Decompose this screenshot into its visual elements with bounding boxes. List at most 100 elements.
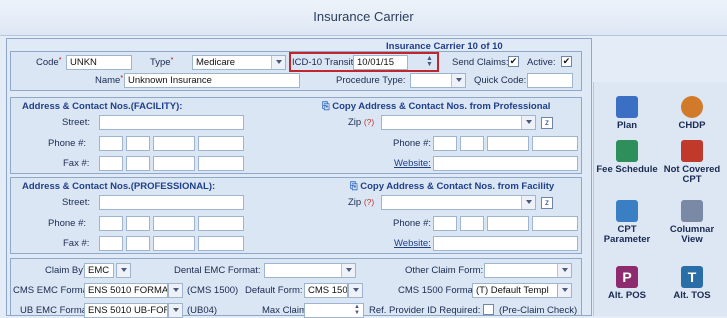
chevron-down-icon <box>562 288 568 292</box>
professional-phone2-prefix[interactable] <box>460 216 484 231</box>
default-form-dropdown[interactable] <box>348 283 363 298</box>
cms-emc-dropdown[interactable] <box>168 283 183 298</box>
type-select[interactable]: Medicare <box>192 55 286 70</box>
alt-tos-icon: T <box>681 266 703 288</box>
active-label: Active: <box>527 57 556 68</box>
procedure-type-label: Procedure Type: <box>336 75 406 86</box>
tool-chdp[interactable]: CHDP <box>661 96 723 131</box>
tool-columnar-view[interactable]: Columnar View <box>661 200 723 245</box>
cms1500-format-dropdown[interactable] <box>557 283 572 298</box>
facility-fax-area[interactable] <box>99 156 123 171</box>
tool-alt-tos[interactable]: T Alt. TOS <box>661 266 723 301</box>
facility-phone-number[interactable] <box>153 136 195 151</box>
facility-phone-prefix[interactable] <box>126 136 150 151</box>
ref-provider-checkbox[interactable] <box>483 304 494 315</box>
professional-fax-prefix[interactable] <box>126 236 150 251</box>
window-title: Insurance Carrier <box>0 0 727 36</box>
chdp-icon <box>681 96 703 118</box>
quick-code-input[interactable] <box>527 73 573 88</box>
professional-phone2-label: Phone #: <box>393 218 432 229</box>
code-input[interactable]: UNKN <box>66 55 132 70</box>
professional-fax-area[interactable] <box>99 236 123 251</box>
alt-pos-icon: P <box>616 266 638 288</box>
copy-from-facility-link[interactable]: ⎘ Copy Address & Contact Nos. from Facil… <box>350 181 554 192</box>
procedure-type-select[interactable] <box>410 73 466 88</box>
send-claims-checkbox[interactable]: ✔ <box>508 56 519 67</box>
professional-phone-number[interactable] <box>153 216 195 231</box>
facility-website-input[interactable] <box>433 156 578 171</box>
professional-zip-select[interactable] <box>381 195 536 210</box>
professional-phone-prefix[interactable] <box>126 216 150 231</box>
cms-emc-label: CMS EMC Format: <box>13 285 94 296</box>
tool-plan[interactable]: Plan <box>596 96 658 131</box>
facility-zip-select[interactable] <box>381 115 536 130</box>
cms-emc-value[interactable]: ENS 5010 FORMAT <box>84 283 168 298</box>
professional-phone-ext[interactable] <box>198 216 244 231</box>
name-label: Name* <box>95 75 124 86</box>
ub-emc-note: (UB04) <box>187 305 218 316</box>
facility-zip-lookup-icon[interactable]: z <box>541 117 553 129</box>
default-form-value[interactable]: CMS 1500 <box>304 283 348 298</box>
facility-fax-prefix[interactable] <box>126 156 150 171</box>
chevron-down-icon <box>526 200 532 204</box>
active-checkbox[interactable]: ✔ <box>561 56 572 67</box>
plan-icon <box>616 96 638 118</box>
dental-emc-select[interactable] <box>264 263 356 278</box>
chevron-down-icon <box>173 308 179 312</box>
facility-phone-ext[interactable] <box>198 136 244 151</box>
facility-phone2-prefix[interactable] <box>460 136 484 151</box>
other-claim-select[interactable] <box>484 263 572 278</box>
facility-fax-ext[interactable] <box>198 156 244 171</box>
professional-header: Address & Contact Nos.(PROFESSIONAL): <box>22 181 216 192</box>
tool-fee-schedule[interactable]: Fee Schedule <box>596 140 658 175</box>
professional-street-input[interactable] <box>99 195 244 210</box>
cms1500-format-value[interactable]: (T) Default Templ <box>472 283 558 298</box>
professional-street-label: Street: <box>62 197 90 208</box>
professional-website-input[interactable] <box>433 236 578 251</box>
facility-website-label[interactable]: Website: <box>394 158 431 169</box>
columnar-view-icon <box>681 200 703 222</box>
copy-from-professional-link[interactable]: ⎘ Copy Address & Contact Nos. from Profe… <box>322 101 550 112</box>
chevron-down-icon <box>121 268 127 272</box>
professional-phone2-area[interactable] <box>433 216 457 231</box>
default-form-label: Default Form: <box>245 285 303 296</box>
tool-cpt-parameter[interactable]: CPT Parameter <box>596 200 658 245</box>
tool-not-covered-cpt[interactable]: Not Covered CPT <box>661 140 723 185</box>
tool-alt-pos[interactable]: P Alt. POS <box>596 266 658 301</box>
professional-website-label[interactable]: Website: <box>394 238 431 249</box>
name-input[interactable]: Unknown Insurance <box>124 73 300 88</box>
max-claims-spinner-icon[interactable]: ▲ ▼ <box>354 304 363 316</box>
professional-fax-number[interactable] <box>153 236 195 251</box>
facility-phone2-label: Phone #: <box>393 138 432 149</box>
chevron-down-icon <box>346 268 352 272</box>
icd-highlight-box <box>289 52 439 72</box>
dental-emc-label: Dental EMC Format: <box>174 265 261 276</box>
facility-fax-number[interactable] <box>153 156 195 171</box>
professional-phone2-number[interactable] <box>487 216 529 231</box>
chevron-down-icon <box>173 288 179 292</box>
professional-zip-lookup-icon[interactable]: z <box>541 197 553 209</box>
facility-zip-label: Zip (?) <box>348 117 375 128</box>
copy-icon: ⎘ <box>350 181 358 192</box>
professional-phone2-ext[interactable] <box>532 216 578 231</box>
facility-phone2-number[interactable] <box>487 136 529 151</box>
facility-phone-area[interactable] <box>99 136 123 151</box>
facility-phone2-ext[interactable] <box>532 136 578 151</box>
facility-street-input[interactable] <box>99 115 244 130</box>
ub-emc-label: UB EMC Format: <box>20 305 93 316</box>
sidebar-top-strip <box>593 36 727 82</box>
chevron-down-icon <box>353 288 359 292</box>
claim-by-dropdown[interactable] <box>116 263 131 278</box>
cpt-parameter-icon <box>616 200 638 222</box>
professional-phone-label: Phone #: <box>48 218 87 229</box>
professional-fax-ext[interactable] <box>198 236 244 251</box>
code-label: Code* <box>36 57 62 68</box>
facility-phone2-area[interactable] <box>433 136 457 151</box>
professional-phone-area[interactable] <box>99 216 123 231</box>
chevron-down-icon <box>456 78 462 82</box>
type-label: Type* <box>150 57 174 68</box>
facility-street-label: Street: <box>62 117 90 128</box>
claim-by-value[interactable]: EMC <box>84 263 114 278</box>
claim-by-label: Claim By* <box>45 265 86 276</box>
copy-icon: ⎘ <box>322 101 330 112</box>
